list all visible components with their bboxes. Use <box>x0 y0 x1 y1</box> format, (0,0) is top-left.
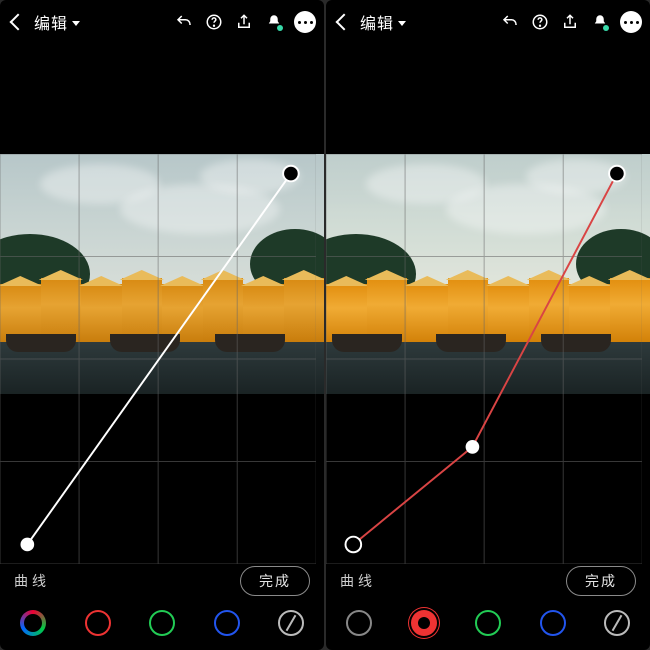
done-label: 完成 <box>259 573 291 589</box>
channel-blue[interactable] <box>540 610 566 636</box>
top-bar: 编辑 <box>0 0 324 44</box>
notifications-button[interactable] <box>264 12 284 32</box>
tool-label: 曲线 <box>340 571 376 591</box>
edit-dropdown[interactable]: 编辑 <box>34 10 80 34</box>
notification-dot-icon <box>603 25 609 31</box>
undo-icon <box>175 13 193 31</box>
editor-pane-left: 编辑 <box>0 0 324 650</box>
undo-button[interactable] <box>174 12 194 32</box>
caret-down-icon <box>398 21 406 26</box>
footer-controls: 曲线 完成 <box>0 558 324 650</box>
more-button[interactable] <box>620 11 642 33</box>
back-button[interactable] <box>334 12 354 32</box>
share-icon <box>235 13 253 31</box>
curve-handle-highlight[interactable] <box>609 166 625 182</box>
channel-red[interactable] <box>85 610 111 636</box>
curve-handle-shadow[interactable] <box>346 537 362 553</box>
done-button[interactable]: 完成 <box>566 566 636 596</box>
top-bar: 编辑 <box>326 0 650 44</box>
channel-green[interactable] <box>149 610 175 636</box>
curve-handle-mid[interactable] <box>466 440 480 454</box>
chevron-left-icon <box>10 14 27 31</box>
edit-label: 编辑 <box>360 10 394 34</box>
tool-label: 曲线 <box>14 571 50 591</box>
canvas-area <box>0 44 324 558</box>
channel-bw[interactable] <box>278 610 304 636</box>
channel-rgb[interactable] <box>346 610 372 636</box>
help-button[interactable] <box>204 12 224 32</box>
help-icon <box>205 13 223 31</box>
curve-overlay[interactable] <box>326 154 642 564</box>
edit-dropdown[interactable]: 编辑 <box>360 10 406 34</box>
share-icon <box>561 13 579 31</box>
back-button[interactable] <box>8 12 28 32</box>
channel-rgb[interactable] <box>20 610 46 636</box>
chevron-left-icon <box>336 14 353 31</box>
channel-row <box>14 610 310 636</box>
channel-green[interactable] <box>475 610 501 636</box>
share-button[interactable] <box>234 12 254 32</box>
done-label: 完成 <box>585 573 617 589</box>
canvas-area <box>326 44 650 558</box>
curve-overlay[interactable] <box>0 154 316 564</box>
done-button[interactable]: 完成 <box>240 566 310 596</box>
caret-down-icon <box>72 21 80 26</box>
curve-handle-shadow[interactable] <box>20 538 34 552</box>
curve-handle-highlight[interactable] <box>283 166 299 182</box>
comparison-wrapper: 编辑 <box>0 0 650 650</box>
channel-bw[interactable] <box>604 610 630 636</box>
undo-button[interactable] <box>500 12 520 32</box>
channel-red[interactable] <box>411 610 437 636</box>
edit-label: 编辑 <box>34 10 68 34</box>
footer-controls: 曲线 完成 <box>326 558 650 650</box>
channel-blue[interactable] <box>214 610 240 636</box>
help-button[interactable] <box>530 12 550 32</box>
more-button[interactable] <box>294 11 316 33</box>
help-icon <box>531 13 549 31</box>
notifications-button[interactable] <box>590 12 610 32</box>
notification-dot-icon <box>277 25 283 31</box>
channel-row <box>340 610 636 636</box>
share-button[interactable] <box>560 12 580 32</box>
editor-pane-right: 编辑 <box>326 0 650 650</box>
undo-icon <box>501 13 519 31</box>
